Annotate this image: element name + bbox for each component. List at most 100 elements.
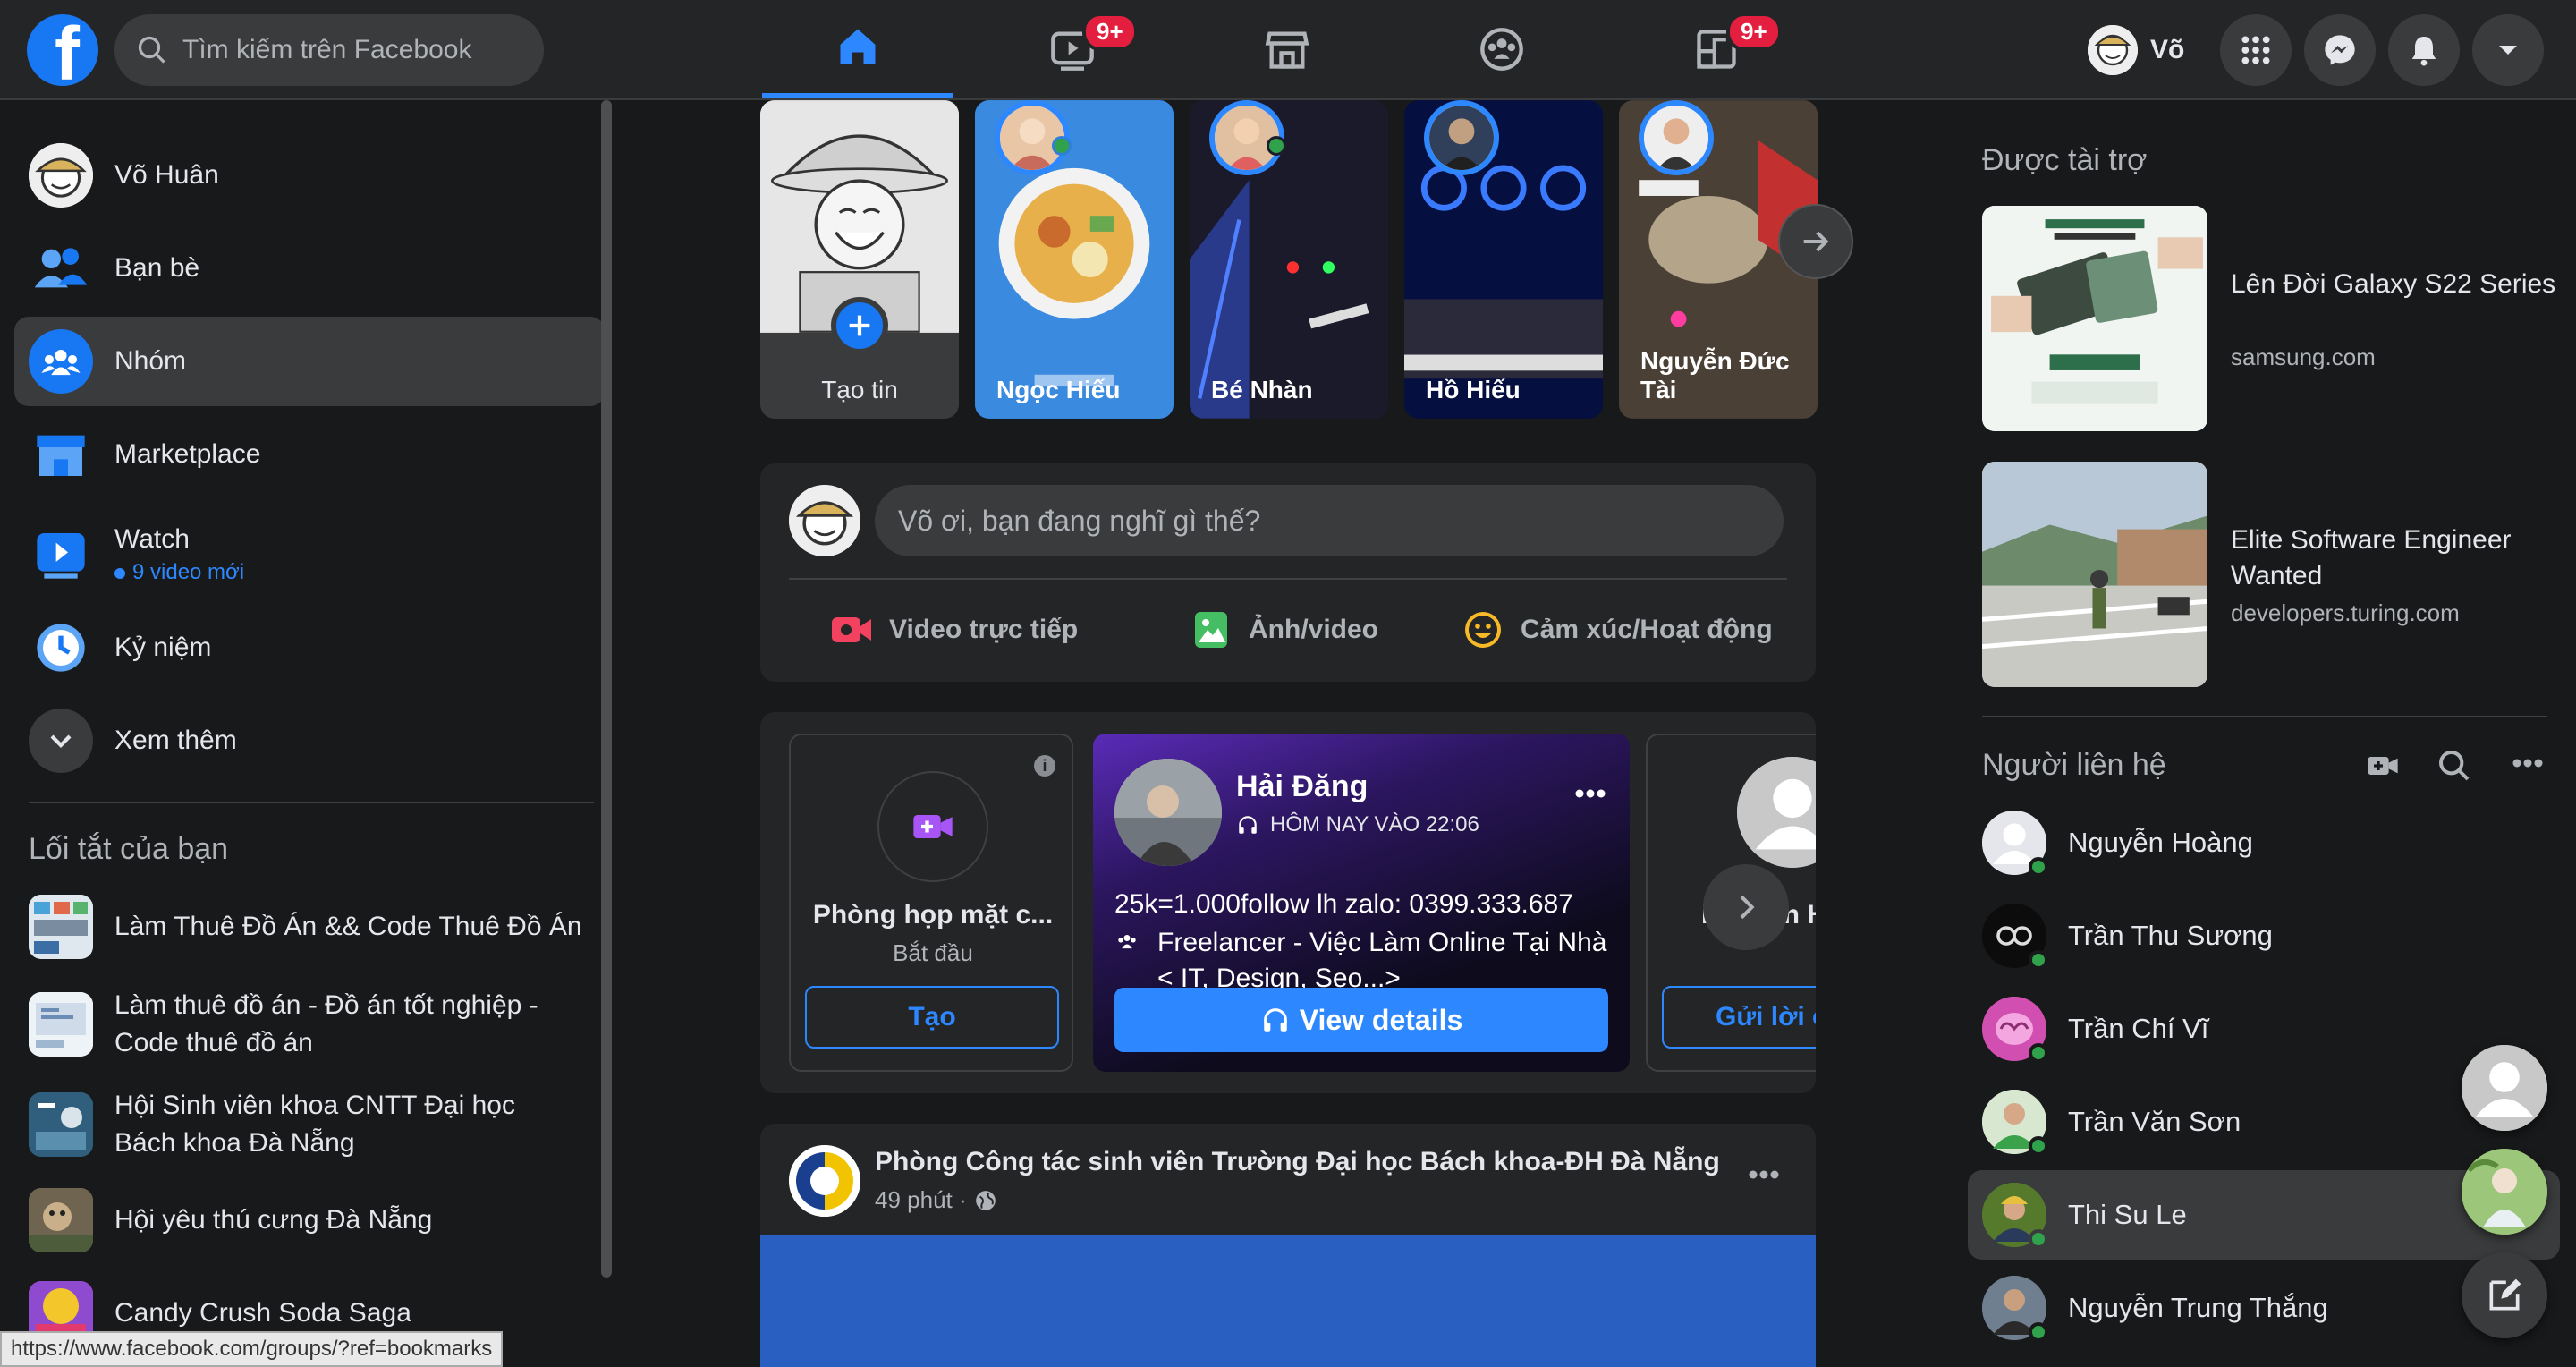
shortcut-label: Làm thuê đồ án - Đồ án tốt nghiệp - Code… bbox=[114, 990, 538, 1057]
contact-item[interactable]: Nguyễn Hoàng bbox=[1968, 798, 2560, 887]
feeling-activity-button[interactable]: Cảm xúc/Hoạt động bbox=[1462, 598, 1773, 662]
new-room-icon[interactable] bbox=[2365, 748, 2401, 788]
room-time: HÔM NAY VÀO 22:06 bbox=[1270, 812, 1479, 836]
sidebar-scrollbar[interactable] bbox=[601, 100, 612, 1278]
shortcut-item[interactable]: Hội Sinh viên khoa CNTT Đại học Bách kho… bbox=[14, 1075, 605, 1174]
ad-image[interactable] bbox=[1982, 206, 2207, 431]
search-box[interactable] bbox=[114, 14, 544, 86]
story-card[interactable]: Bé Nhàn bbox=[1190, 100, 1388, 419]
avatar bbox=[1639, 100, 1714, 175]
contact-item[interactable]: Trần Thu Sương bbox=[1968, 891, 2560, 981]
tab-home[interactable] bbox=[762, 0, 953, 98]
live-video-button[interactable]: Video trực tiếp bbox=[830, 598, 1078, 662]
shortcut-item[interactable]: Làm thuê đồ án - Đồ án tốt nghiệp - Code… bbox=[14, 975, 605, 1074]
watch-badge: 9+ bbox=[1082, 13, 1138, 51]
story-card[interactable]: Ngọc Hiếu bbox=[975, 100, 1174, 419]
more-options-icon[interactable] bbox=[1574, 787, 1606, 803]
tab-watch[interactable]: 9+ bbox=[977, 0, 1168, 98]
story-name: Ngọc Hiếu bbox=[996, 376, 1121, 403]
ad-title[interactable]: Elite Software Engineer Wanted bbox=[2231, 522, 2571, 594]
sidebar-item-profile[interactable]: Võ Huân bbox=[14, 131, 605, 220]
info-icon[interactable]: i bbox=[1034, 755, 1055, 777]
send-invite-button[interactable]: Gửi lời c bbox=[1662, 986, 1816, 1049]
facebook-logo-icon[interactable]: f bbox=[27, 14, 98, 86]
online-dot bbox=[2029, 1322, 2048, 1342]
post-image[interactable] bbox=[760, 1235, 1816, 1367]
sidebar-item-groups[interactable]: Nhóm bbox=[14, 317, 605, 406]
room-time-row: HÔM NAY VÀO 22:06 bbox=[1236, 812, 1479, 837]
sponsored-room-card[interactable]: Hải Đăng HÔM NAY VÀO 22:06 25k=1.000foll… bbox=[1093, 734, 1630, 1072]
contacts-title: Người liên hệ bbox=[1982, 748, 2166, 782]
plus-icon[interactable] bbox=[831, 297, 888, 354]
shortcut-label: Hội Sinh viên khoa CNTT Đại học Bách kho… bbox=[114, 1091, 515, 1158]
post-meta: 49 phút · bbox=[875, 1186, 997, 1214]
default-avatar-icon bbox=[2462, 1045, 2547, 1131]
search-input[interactable] bbox=[182, 35, 522, 65]
notifications-button[interactable] bbox=[2388, 14, 2460, 86]
view-details-label: View details bbox=[1299, 1003, 1463, 1036]
composer-input[interactable]: Võ ơi, bạn đang nghĩ gì thế? bbox=[875, 485, 1784, 556]
sidebar-item-label: Kỷ niệm bbox=[114, 633, 212, 662]
sidebar-item-label: Võ Huân bbox=[114, 160, 219, 190]
avatar bbox=[1982, 1090, 2048, 1156]
avatar bbox=[789, 485, 860, 556]
online-dot bbox=[1267, 136, 1286, 156]
post-time[interactable]: 49 phút · bbox=[875, 1186, 967, 1214]
search-contacts-icon[interactable] bbox=[2436, 748, 2472, 788]
view-details-button[interactable]: View details bbox=[1114, 988, 1608, 1052]
profile-button[interactable]: Võ bbox=[2079, 18, 2211, 82]
menu-button[interactable] bbox=[2220, 14, 2292, 86]
story-card[interactable]: Hồ Hiếu bbox=[1404, 100, 1603, 419]
contact-name: Trần Chí Vĩ bbox=[2068, 1013, 2209, 1044]
online-dot bbox=[2029, 1043, 2048, 1063]
bell-icon bbox=[2411, 37, 2436, 66]
photo-video-button[interactable]: Ảnh/video bbox=[1190, 598, 1378, 662]
ad-url: samsung.com bbox=[2231, 344, 2376, 370]
sidebar-item-see-more[interactable]: Xem thêm bbox=[14, 696, 605, 785]
messenger-button[interactable] bbox=[2304, 14, 2376, 86]
story-create[interactable]: Tạo tin bbox=[760, 100, 959, 419]
status-bar-url: https://www.facebook.com/groups/?ref=boo… bbox=[0, 1331, 504, 1367]
sidebar-item-friends[interactable]: Bạn bè bbox=[14, 224, 605, 313]
tab-groups[interactable] bbox=[1406, 0, 1597, 98]
ad-image[interactable] bbox=[1982, 462, 2207, 687]
avatar bbox=[1982, 811, 2048, 877]
sidebar-item-label: Bạn bè bbox=[114, 253, 200, 283]
contacts-more-icon[interactable] bbox=[2512, 757, 2544, 773]
sidebar-item-watch[interactable]: Watch 9 video mới bbox=[14, 503, 605, 607]
tab-marketplace[interactable] bbox=[1191, 0, 1383, 98]
shortcut-item[interactable]: Làm Thuê Đồ Án && Code Thuê Đồ Án bbox=[14, 882, 605, 972]
room-host-name: Hải Đăng bbox=[1236, 769, 1368, 803]
stories-next-button[interactable] bbox=[1778, 204, 1853, 279]
sidebar-item-label: Xem thêm bbox=[114, 726, 237, 755]
new-message-button[interactable] bbox=[2462, 1252, 2547, 1338]
post-more-options-icon[interactable] bbox=[1748, 1168, 1780, 1184]
tab-gaming[interactable]: 9+ bbox=[1621, 0, 1812, 98]
page-avatar[interactable] bbox=[789, 1145, 860, 1217]
group-thumbnail bbox=[29, 895, 93, 959]
sidebar-item-label: Watch bbox=[114, 524, 190, 554]
rooms-next-button[interactable] bbox=[1703, 864, 1789, 950]
chat-head[interactable] bbox=[2462, 1045, 2547, 1131]
groups-icon bbox=[29, 329, 93, 394]
sidebar-item-memories[interactable]: Kỷ niệm bbox=[14, 603, 605, 692]
caret-down-icon bbox=[2499, 46, 2517, 55]
shortcut-label: Candy Crush Soda Saga bbox=[114, 1298, 411, 1328]
create-room-button[interactable]: Tạo bbox=[805, 986, 1059, 1049]
shortcut-item[interactable]: Hội yêu thú cưng Đà Nẵng bbox=[14, 1176, 605, 1265]
shortcut-label: Hội yêu thú cưng Đà Nẵng bbox=[114, 1205, 433, 1235]
avatar bbox=[1982, 1276, 2048, 1342]
home-icon bbox=[840, 29, 876, 64]
online-dot bbox=[2029, 1136, 2048, 1156]
gaming-badge: 9+ bbox=[1726, 13, 1782, 51]
feed-post: Phòng Công tác sinh viên Trường Đại học … bbox=[760, 1124, 1816, 1367]
account-button[interactable] bbox=[2472, 14, 2544, 86]
arrow-right-icon bbox=[1803, 231, 1829, 252]
contact-name: Thi Su Le bbox=[2068, 1199, 2187, 1230]
post-author[interactable]: Phòng Công tác sinh viên Trường Đại học … bbox=[875, 1147, 1720, 1177]
messenger-icon bbox=[2325, 35, 2355, 65]
chat-head[interactable] bbox=[2462, 1149, 2547, 1235]
room-group-name: Freelancer - Việc Làm Online Tại Nhà < I… bbox=[1157, 928, 1607, 993]
ad-title[interactable]: Lên Đời Galaxy S22 Series bbox=[2231, 267, 2571, 302]
sidebar-item-marketplace[interactable]: Marketplace bbox=[14, 410, 605, 499]
